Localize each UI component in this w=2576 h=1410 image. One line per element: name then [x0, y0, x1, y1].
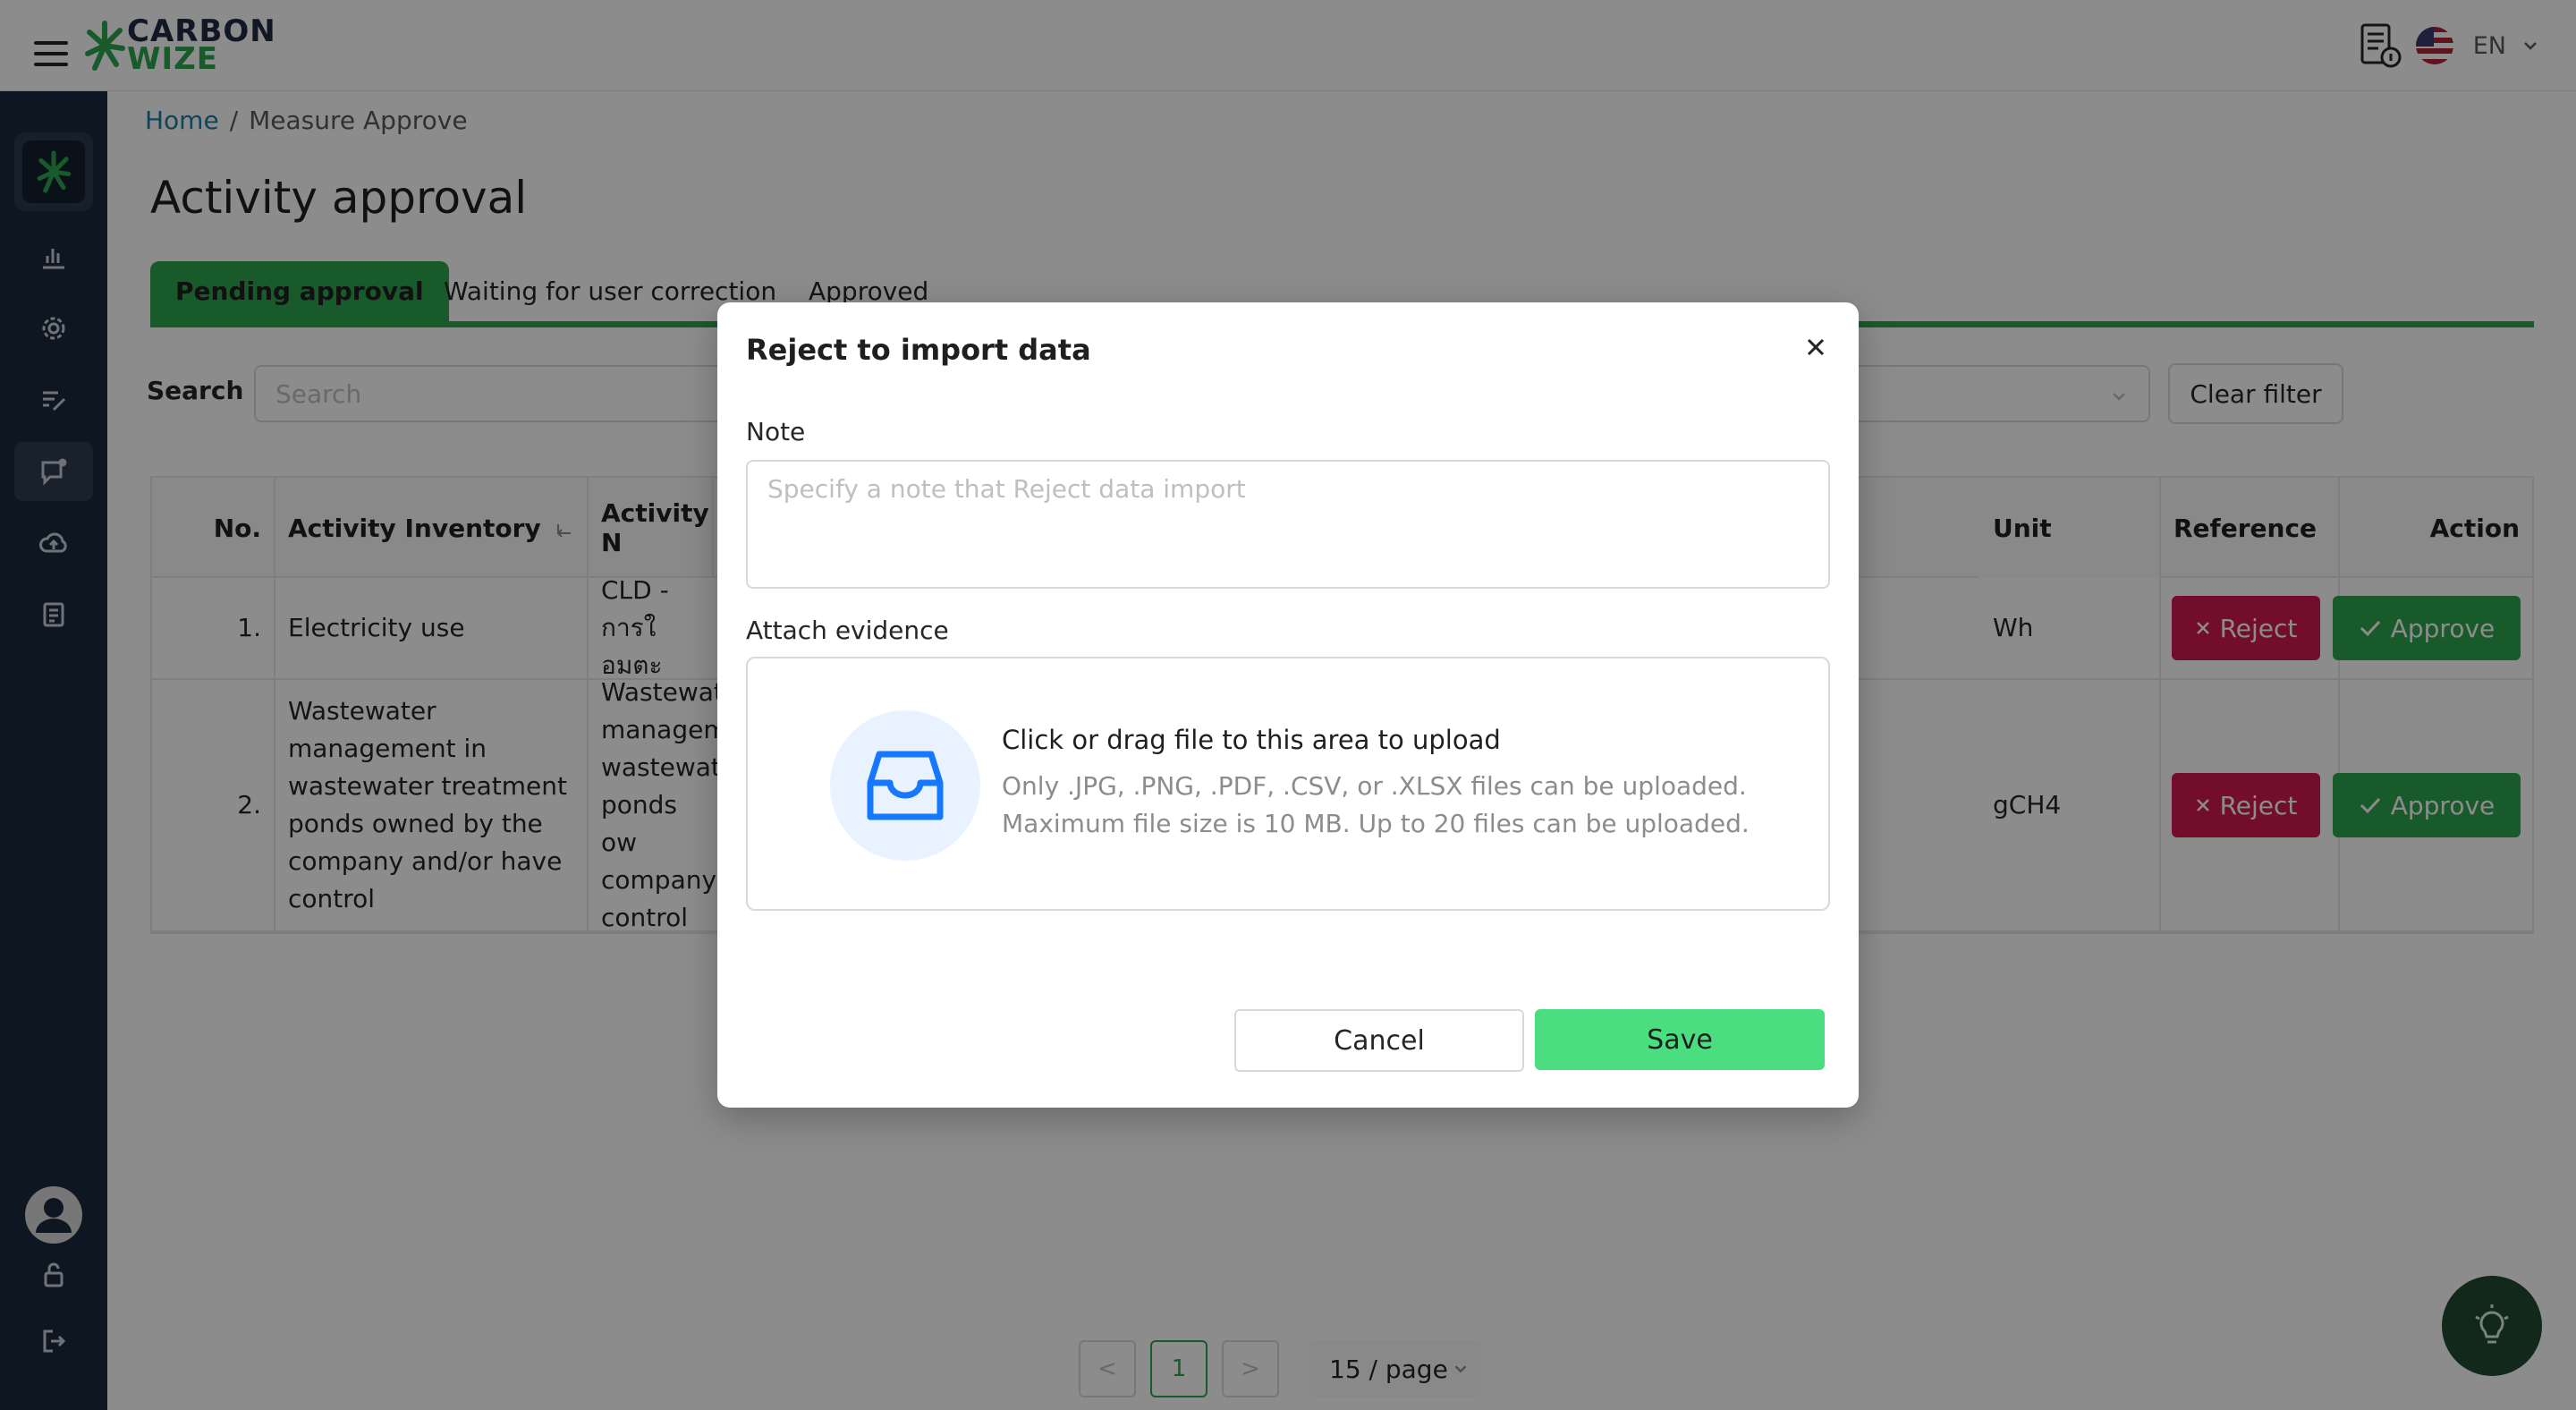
- file-upload-dropzone[interactable]: Click or drag file to this area to uploa…: [746, 657, 1830, 911]
- close-icon: [1807, 338, 1825, 356]
- upload-hint-line: Maximum file size is 10 MB. Up to 20 fil…: [1002, 809, 1750, 838]
- attach-evidence-label: Attach evidence: [746, 616, 949, 645]
- close-modal-button[interactable]: [1801, 333, 1830, 361]
- cancel-button[interactable]: Cancel: [1234, 1009, 1524, 1072]
- modal-title: Reject to import data: [746, 333, 1091, 367]
- reject-modal: Reject to import data Note Specify a not…: [717, 302, 1859, 1108]
- note-label: Note: [746, 417, 806, 446]
- note-textarea[interactable]: Specify a note that Reject data import: [746, 460, 1830, 589]
- inbox-icon: [867, 751, 944, 820]
- upload-title: Click or drag file to this area to uploa…: [1002, 725, 1501, 755]
- upload-icon-circle: [830, 710, 980, 861]
- upload-hint-line: Only .JPG, .PNG, .PDF, .CSV, or .XLSX fi…: [1002, 771, 1747, 801]
- upload-hint: Only .JPG, .PNG, .PDF, .CSV, or .XLSX fi…: [1002, 768, 1807, 843]
- save-button[interactable]: Save: [1535, 1009, 1825, 1070]
